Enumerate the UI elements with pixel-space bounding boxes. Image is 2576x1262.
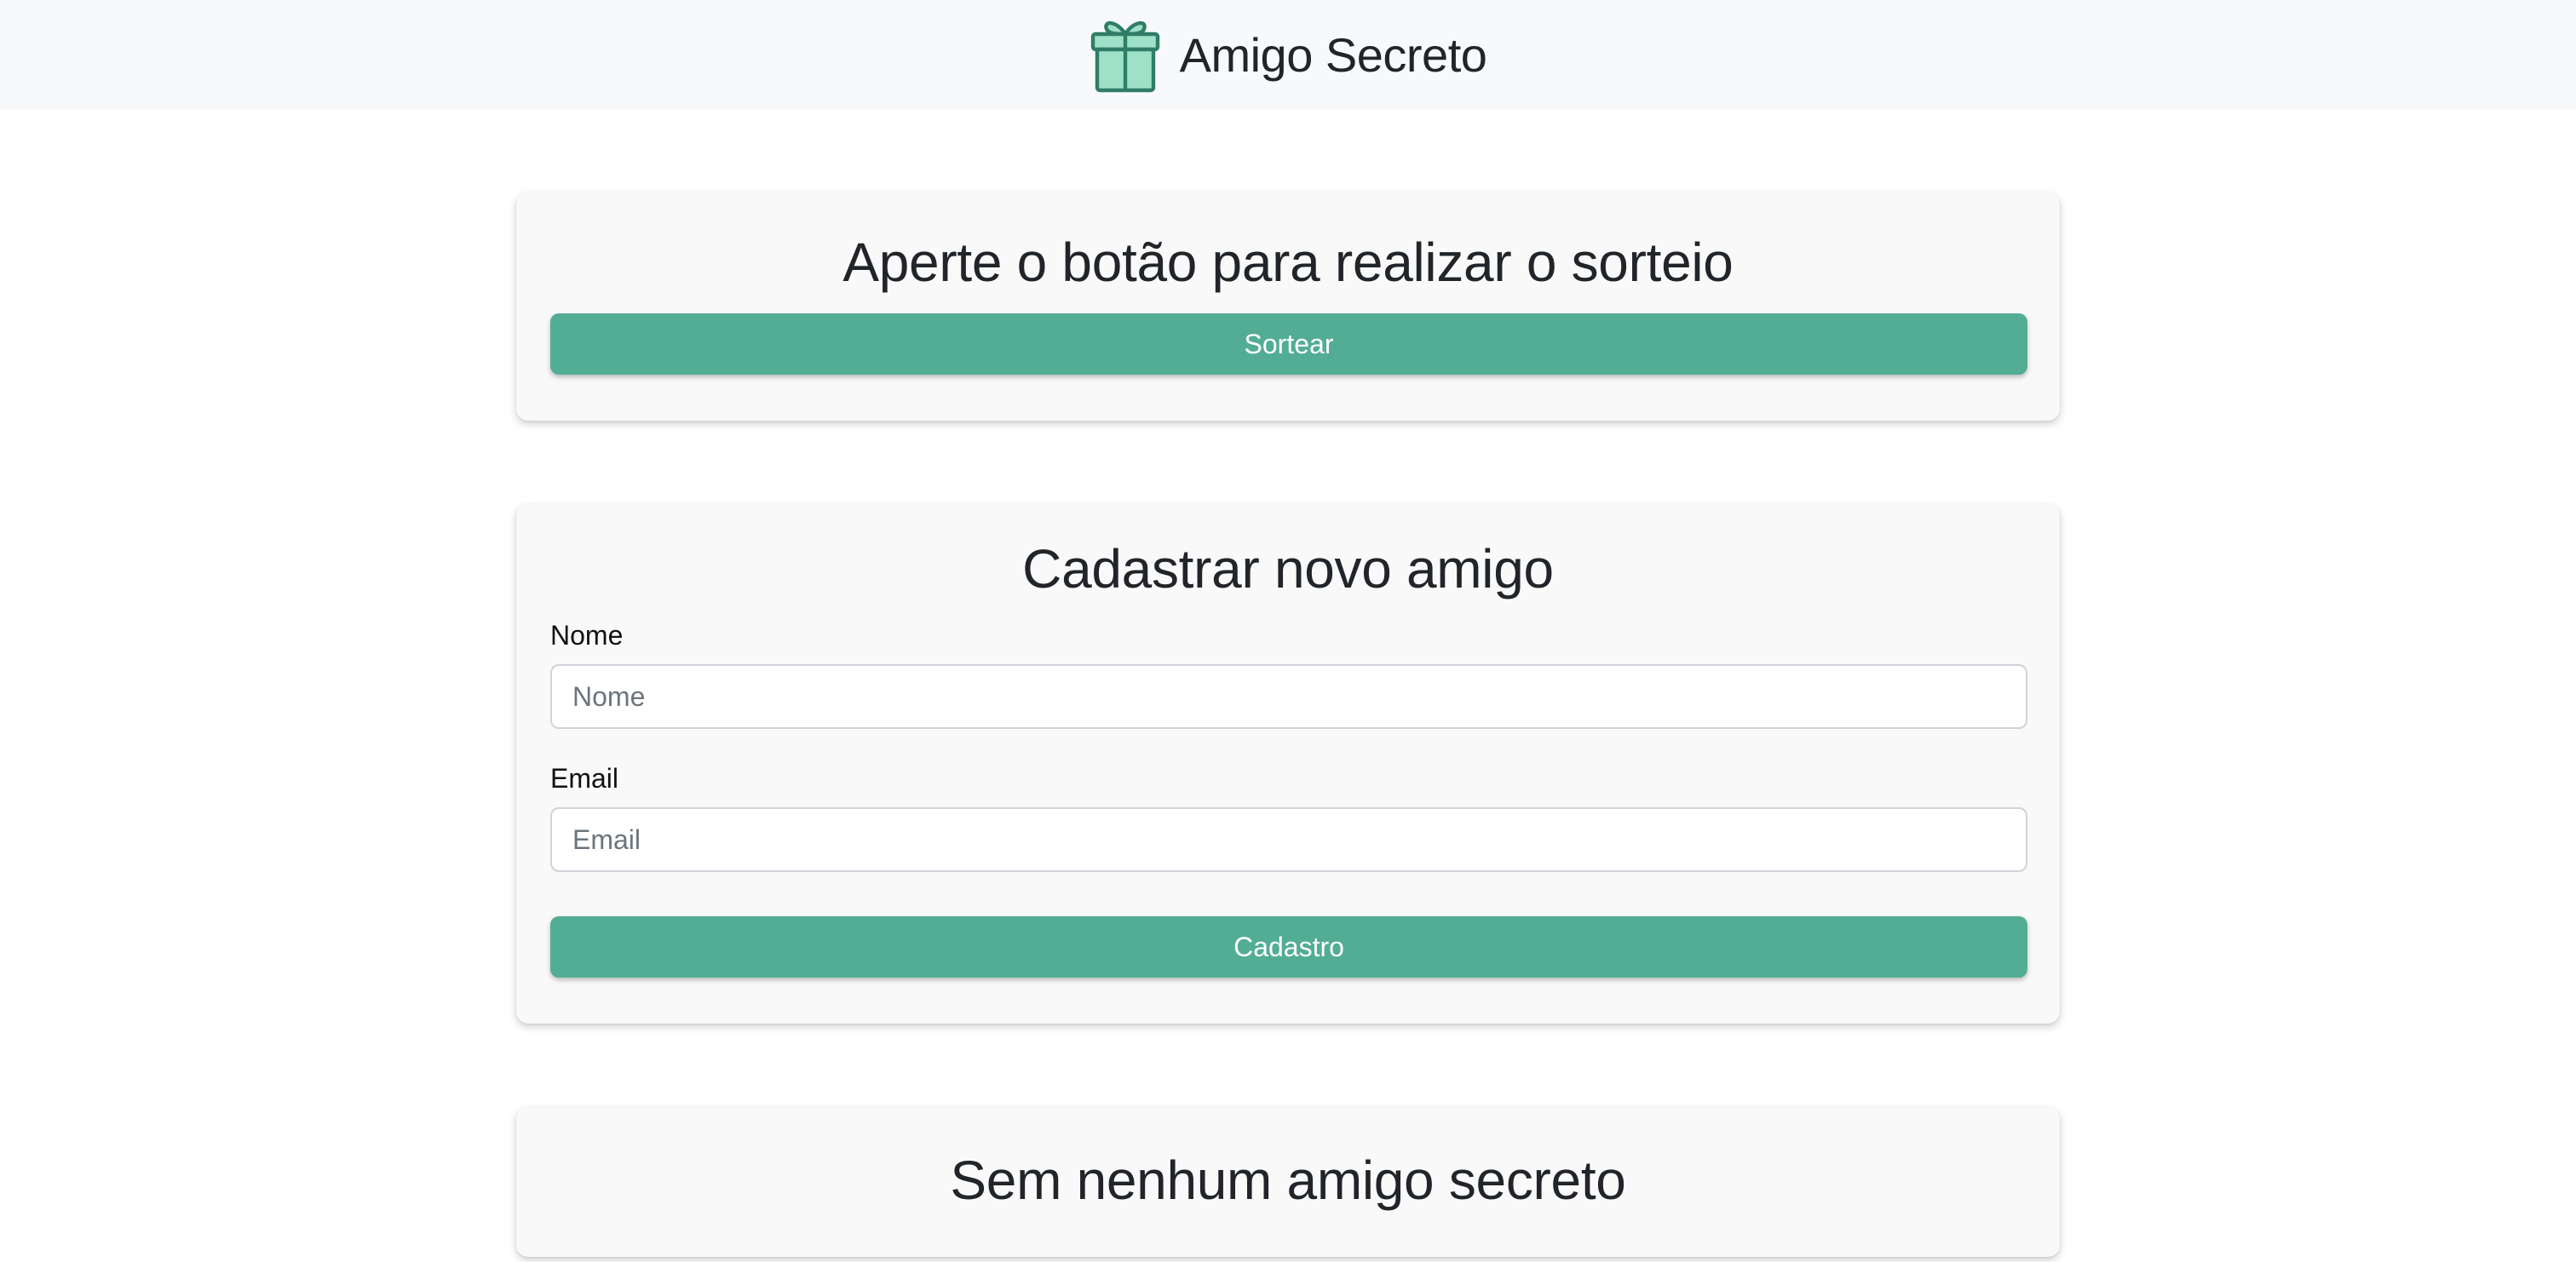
email-label: Email [550, 763, 619, 794]
friends-list-empty-title: Sem nenhum amigo secreto [950, 1150, 1626, 1211]
friends-list-card: Sem nenhum amigo secreto [516, 1107, 2060, 1257]
name-input[interactable] [550, 664, 2027, 729]
email-input[interactable] [550, 807, 2027, 872]
top-navbar: Amigo Secreto [0, 0, 2576, 110]
register-button[interactable]: Cadastro [550, 916, 2027, 978]
name-label: Nome [550, 620, 624, 651]
brand-link[interactable]: Amigo Secreto [1090, 17, 1487, 94]
register-friend-card: Cadastrar novo amigo Nome Email Cadastro [516, 504, 2060, 1024]
app-title: Amigo Secreto [1179, 28, 1487, 82]
register-card-title: Cadastrar novo amigo [1022, 538, 1554, 599]
draw-card: Aperte o botão para realizar o sorteio S… [516, 192, 2060, 421]
draw-card-title: Aperte o botão para realizar o sorteio [842, 232, 1734, 293]
gift-icon [1090, 20, 1159, 92]
draw-button[interactable]: Sortear [550, 313, 2027, 375]
